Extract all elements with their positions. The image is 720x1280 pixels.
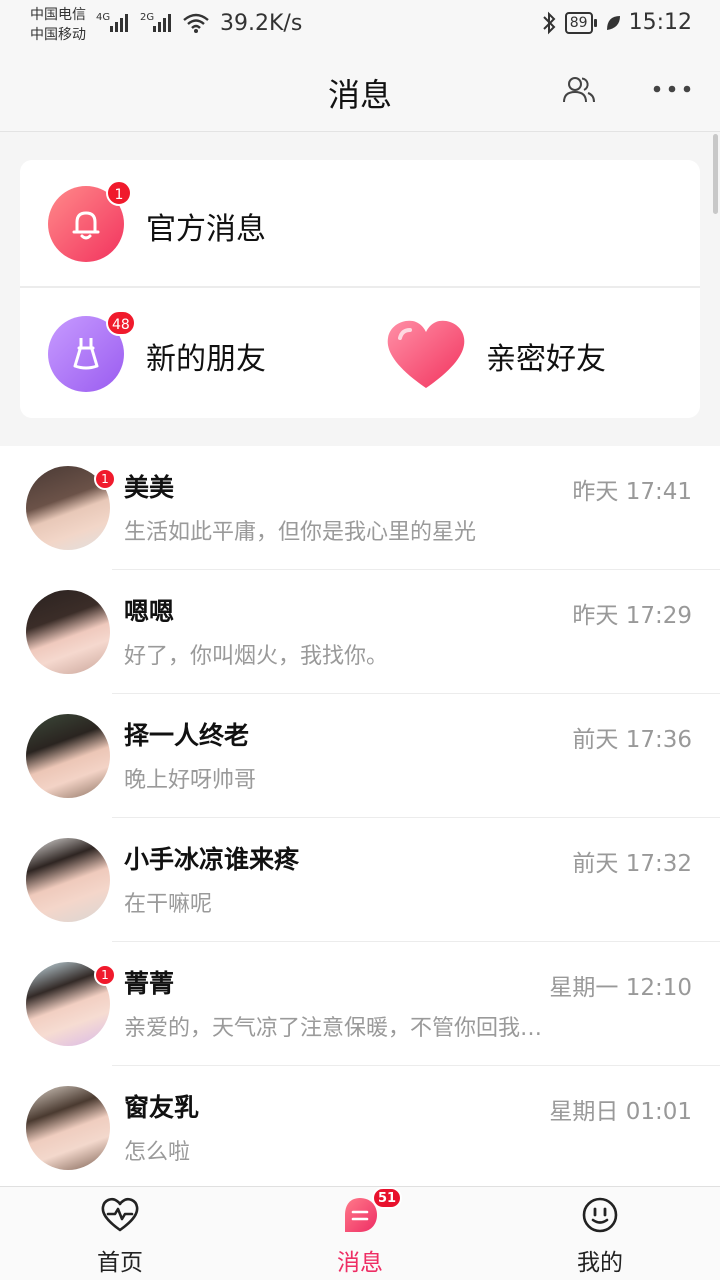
- clock: 15:12: [628, 10, 692, 35]
- contact-name: 择一人终老: [124, 721, 250, 750]
- net-speed: 39.2K/s: [220, 11, 303, 36]
- message-preview: 亲爱的，天气凉了注意保暖，不管你回我…: [124, 1016, 543, 1041]
- contact-name: 菁菁: [124, 969, 175, 998]
- status-right: 89 15:12: [541, 10, 692, 35]
- nav-mine-label: 我的: [577, 1250, 623, 1276]
- nav-home[interactable]: 首页: [0, 1187, 240, 1280]
- nav-messages-label: 消息: [337, 1250, 383, 1276]
- avatar: [26, 1086, 110, 1170]
- more-icon[interactable]: [652, 84, 692, 94]
- message-preview: 怎么啦: [124, 1140, 191, 1165]
- list-item[interactable]: 嗯嗯 昨天 17:29 好了，你叫烟火，我找你。: [0, 570, 720, 694]
- avatar: [26, 590, 110, 674]
- nav-mine[interactable]: 我的: [480, 1187, 720, 1280]
- list-item[interactable]: 1 美美 昨天 17:41 生活如此平庸，但你是我心里的星光: [0, 446, 720, 570]
- message-preview: 晚上好呀帅哥: [124, 768, 257, 793]
- message-preview: 好了，你叫烟火，我找你。: [124, 644, 389, 669]
- official-label: 官方消息: [146, 212, 266, 247]
- official-badge: 1: [106, 180, 132, 206]
- nav-home-label: 首页: [97, 1250, 143, 1276]
- friends-row: 48 新的朋友 亲密好友: [20, 290, 700, 418]
- contact-name: 窗友乳: [124, 1093, 200, 1122]
- message-time: 昨天 17:41: [572, 479, 692, 505]
- close-friends-label: 亲密好友: [486, 342, 606, 377]
- message-preview: 生活如此平庸，但你是我心里的星光: [124, 520, 477, 545]
- status-bar: 中国电信 中国移动 4G 2G 39.2K/s 89 15:12: [0, 0, 720, 50]
- contact-name: 小手冰凉谁来疼: [124, 845, 300, 874]
- list-item[interactable]: 择一人终老 前天 17:36 晚上好呀帅哥: [0, 694, 720, 818]
- message-time: 昨天 17:29: [572, 603, 692, 629]
- signal-icon: [153, 12, 171, 32]
- carrier-2: 中国移动: [30, 27, 86, 43]
- bottom-nav: 首页 51 消息 我的: [0, 1186, 720, 1280]
- message-time: 星期一 12:10: [549, 975, 692, 1001]
- title-bar: 消息: [0, 50, 720, 132]
- nav-messages[interactable]: 51 消息: [240, 1187, 480, 1280]
- new-friends-label: 新的朋友: [146, 342, 266, 377]
- official-messages-row[interactable]: 1 官方消息: [20, 160, 700, 288]
- carrier-1: 中国电信: [30, 7, 86, 23]
- messages-badge: 51: [372, 1187, 403, 1209]
- smiley-icon: [582, 1197, 618, 1233]
- unread-badge: 1: [94, 964, 116, 986]
- battery-icon: 89: [564, 11, 597, 34]
- avatar: [26, 714, 110, 798]
- bluetooth-icon: [543, 11, 556, 34]
- new-friends-button[interactable]: 48 新的朋友: [20, 290, 360, 418]
- close-friends-button[interactable]: 亲密好友: [360, 290, 700, 418]
- unread-badge: 1: [94, 468, 116, 490]
- avatar: [26, 838, 110, 922]
- heart-icon: [387, 320, 465, 388]
- list-item[interactable]: 小手冰凉谁来疼 前天 17:32 在干嘛呢: [0, 818, 720, 942]
- list-item[interactable]: 1 菁菁 星期一 12:10 亲爱的，天气凉了注意保暖，不管你回我…: [0, 942, 720, 1066]
- list-item[interactable]: 窗友乳 星期日 01:01 怎么啦: [0, 1066, 720, 1186]
- new-friends-badge: 48: [106, 310, 136, 336]
- signal-icon: [110, 12, 128, 32]
- message-time: 前天 17:32: [572, 851, 692, 877]
- message-list: 1 美美 昨天 17:41 生活如此平庸，但你是我心里的星光 嗯嗯 昨天 17:…: [0, 446, 720, 1186]
- carrier-names: 中国电信 中国移动: [30, 5, 86, 45]
- contact-name: 嗯嗯: [124, 597, 175, 626]
- scrollbar[interactable]: [713, 134, 718, 214]
- message-preview: 在干嘛呢: [124, 892, 213, 917]
- network-type-2: 2G: [140, 12, 155, 23]
- contacts-icon[interactable]: [562, 74, 596, 106]
- contact-name: 美美: [124, 473, 175, 502]
- leaf-icon: [606, 15, 620, 30]
- shortcut-card: 1 官方消息 48 新的朋友 亲密好友: [20, 160, 700, 418]
- message-time: 前天 17:36: [572, 727, 692, 753]
- network-type-1: 4G: [96, 12, 111, 23]
- wifi-icon: [183, 13, 209, 33]
- message-time: 星期日 01:01: [549, 1099, 692, 1125]
- heart-pulse-icon: [101, 1197, 139, 1232]
- page-title: 消息: [327, 76, 392, 114]
